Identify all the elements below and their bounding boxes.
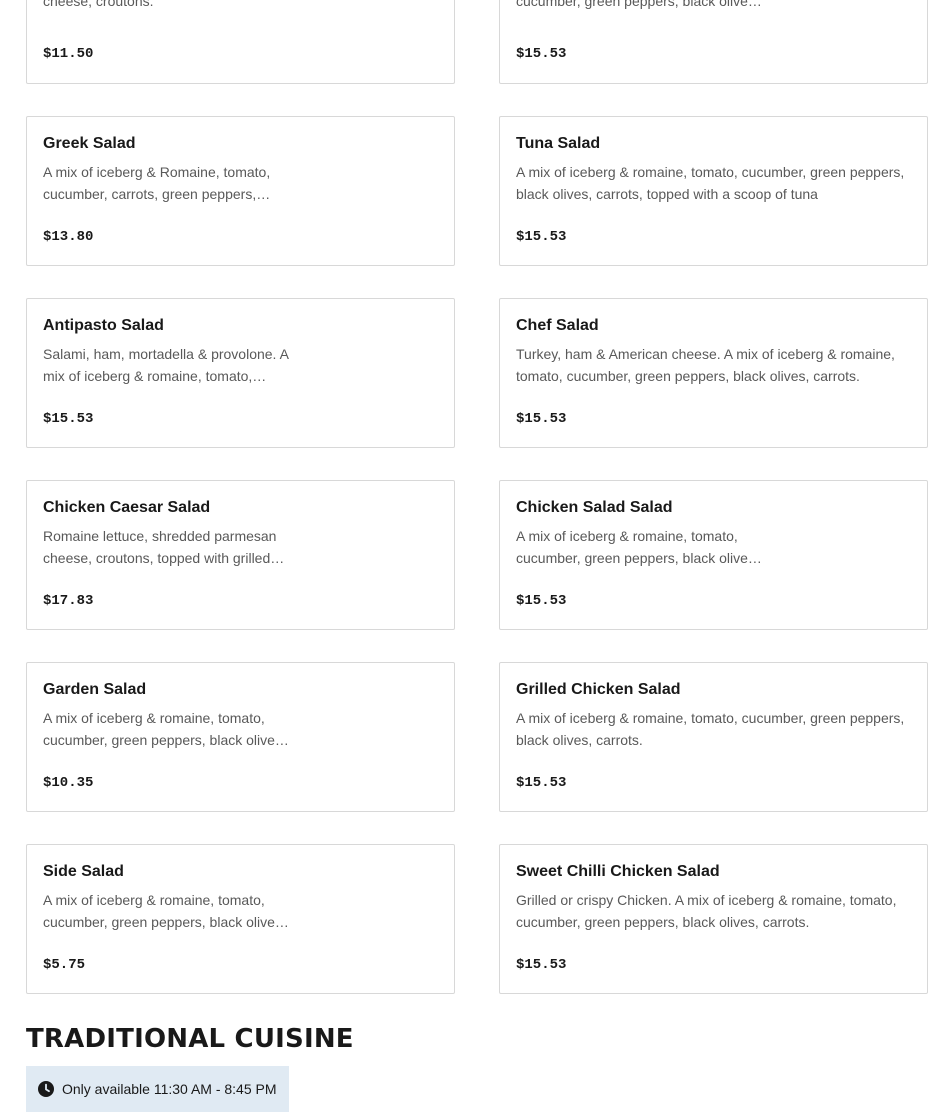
menu-item-price: $11.50 bbox=[43, 46, 94, 62]
menu-item-card[interactable]: Grilled Chicken Salad A mix of iceberg &… bbox=[499, 662, 928, 812]
menu-item-name: Garden Salad bbox=[43, 681, 147, 698]
section-title: TRADITIONAL CUISINE bbox=[26, 1024, 354, 1054]
menu-item-card[interactable]: cucumber, green peppers, black olive… $1… bbox=[499, 0, 928, 84]
menu-item-description: A mix of iceberg & Romaine, tomato, cucu… bbox=[43, 164, 271, 202]
menu-item-description: cheese, croutons. bbox=[43, 0, 154, 9]
menu-item-description: A mix of iceberg & romaine, tomato, cucu… bbox=[43, 892, 289, 930]
menu-item-card[interactable]: Tuna Salad A mix of iceberg & romaine, t… bbox=[499, 116, 928, 266]
menu-item-price: $5.75 bbox=[43, 957, 86, 973]
menu-item-description: Romaine lettuce, shredded parmesan chees… bbox=[43, 528, 285, 566]
availability-text: Only available 11:30 AM - 8:45 PM bbox=[62, 1081, 277, 1097]
menu-item-card[interactable]: Garden Salad A mix of iceberg & romaine,… bbox=[26, 662, 455, 812]
menu-item-name: Chef Salad bbox=[516, 317, 599, 334]
menu-item-name: Antipasto Salad bbox=[43, 317, 164, 334]
menu-item-description: A mix of iceberg & romaine, tomato, cucu… bbox=[516, 164, 905, 202]
menu-item-name: Chicken Salad Salad bbox=[516, 499, 673, 516]
menu-item-card[interactable]: Sweet Chilli Chicken Salad Grilled or cr… bbox=[499, 844, 928, 994]
menu-item-name: Grilled Chicken Salad bbox=[516, 681, 681, 698]
menu-item-name: Side Salad bbox=[43, 863, 124, 880]
menu-item-description: Salami, ham, mortadella & provolone. A m… bbox=[43, 346, 289, 384]
menu-item-price: $15.53 bbox=[516, 46, 567, 62]
menu-item-name: Greek Salad bbox=[43, 135, 136, 152]
menu-item-price: $17.83 bbox=[43, 593, 94, 609]
menu-item-card[interactable]: Chicken Caesar Salad Romaine lettuce, sh… bbox=[26, 480, 455, 630]
menu-item-name: Sweet Chilli Chicken Salad bbox=[516, 863, 720, 880]
menu-item-card[interactable]: cheese, croutons. $11.50 bbox=[26, 0, 455, 84]
menu-item-description: A mix of iceberg & romaine, tomato, cucu… bbox=[516, 528, 762, 566]
menu-item-price: $15.53 bbox=[516, 593, 567, 609]
menu-item-card[interactable]: Chicken Salad Salad A mix of iceberg & r… bbox=[499, 480, 928, 630]
menu-item-description: A mix of iceberg & romaine, tomato, cucu… bbox=[516, 710, 905, 748]
menu-item-price: $15.53 bbox=[516, 957, 567, 973]
clock-icon bbox=[38, 1081, 54, 1097]
menu-item-card[interactable]: Greek Salad A mix of iceberg & Romaine, … bbox=[26, 116, 455, 266]
menu-item-name: Tuna Salad bbox=[516, 135, 601, 152]
menu-item-price: $15.53 bbox=[516, 775, 567, 791]
menu-item-description: Turkey, ham & American cheese. A mix of … bbox=[516, 346, 895, 384]
availability-banner: Only available 11:30 AM - 8:45 PM bbox=[26, 1066, 289, 1112]
menu-item-card[interactable]: Antipasto Salad Salami, ham, mortadella … bbox=[26, 298, 455, 448]
menu-item-price: $10.35 bbox=[43, 775, 94, 791]
menu-item-card[interactable]: Chef Salad Turkey, ham & American cheese… bbox=[499, 298, 928, 448]
menu-item-price: $15.53 bbox=[43, 411, 94, 427]
menu-item-price: $15.53 bbox=[516, 411, 567, 427]
menu-item-description: Grilled or crispy Chicken. A mix of iceb… bbox=[516, 892, 897, 930]
menu-item-card[interactable]: Side Salad A mix of iceberg & romaine, t… bbox=[26, 844, 455, 994]
menu-item-price: $13.80 bbox=[43, 229, 94, 245]
menu-item-description: A mix of iceberg & romaine, tomato, cucu… bbox=[43, 710, 289, 748]
menu-item-name: Chicken Caesar Salad bbox=[43, 499, 211, 516]
menu-item-description: cucumber, green peppers, black olive… bbox=[516, 0, 762, 9]
menu-item-price: $15.53 bbox=[516, 229, 567, 245]
